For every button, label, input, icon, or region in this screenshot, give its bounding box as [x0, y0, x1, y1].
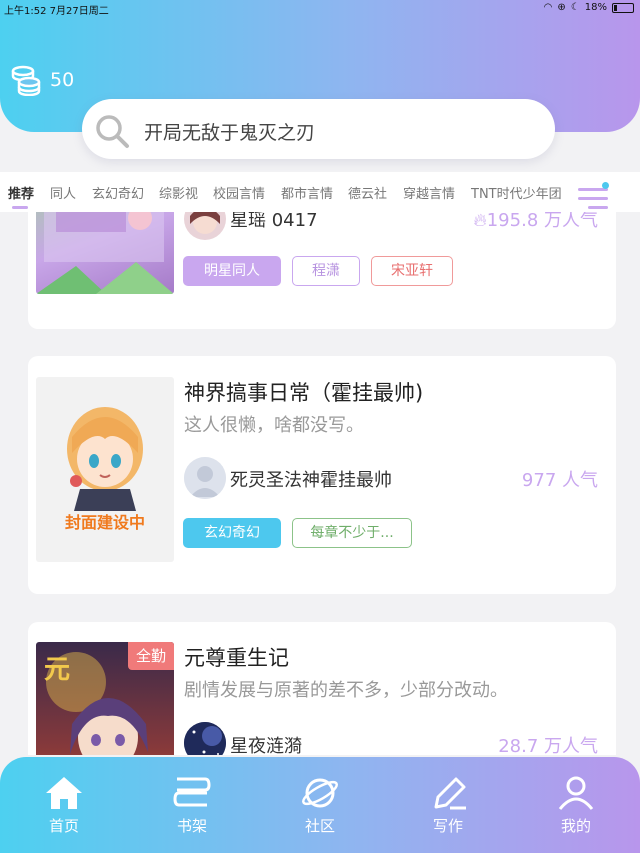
tab-fanfic[interactable]: 同人	[50, 183, 76, 202]
book-title[interactable]: 神界搞事日常（霍挂最帅)	[184, 377, 423, 407]
popularity: 28.7 万人气	[498, 736, 598, 755]
popularity-value: 195.8 万人气	[486, 212, 598, 231]
nav-community[interactable]: 社区	[280, 775, 360, 836]
popularity: 🔥︎195.8 万人气	[474, 212, 598, 232]
book-card[interactable]: 元 全勤 元尊重生记 剧情发展与原著的差不多，少部分改动。 星夜涟漪 28.7 …	[28, 622, 616, 755]
battery-percent: 18%	[584, 2, 607, 13]
tab-time-travel-romance[interactable]: 穿越言情	[403, 183, 455, 202]
author-name[interactable]: 星瑶 0417	[230, 212, 318, 232]
search-input-text[interactable]: 开局无敌于鬼灭之刃	[144, 118, 315, 145]
wifi-icon: ◠	[543, 2, 553, 13]
book-cover[interactable]: 元 全勤	[36, 642, 174, 755]
pencil-icon	[434, 777, 466, 810]
cover-placeholder-text: 封面建设中	[64, 513, 145, 532]
category-tabs: 推荐 同人 玄幻奇幻 综影视 校园言情 都市言情 德云社 穿越言情 TNT时代少…	[0, 172, 640, 212]
tab-fantasy[interactable]: 玄幻奇幻	[92, 183, 144, 202]
nav-profile-label: 我的	[560, 817, 591, 835]
tab-tnt[interactable]: TNT时代少年团	[471, 183, 562, 202]
book-list[interactable]: 星瑶 0417 🔥︎195.8 万人气 明星同人 程潇 宋亚轩 封面建设中 神界…	[0, 212, 640, 755]
author-avatar[interactable]	[184, 722, 226, 755]
book-card[interactable]: 星瑶 0417 🔥︎195.8 万人气 明星同人 程潇 宋亚轩	[28, 212, 616, 329]
nav-write-label: 写作	[432, 817, 463, 835]
author-avatar[interactable]	[184, 457, 226, 499]
tag-genre[interactable]: 玄幻奇幻	[183, 518, 281, 548]
tag-keyword[interactable]: 宋亚轩	[371, 256, 453, 286]
nav-community-label: 社区	[304, 817, 335, 835]
nav-profile[interactable]: 我的	[536, 775, 616, 836]
tab-recommend[interactable]: 推荐	[8, 183, 34, 202]
full-attendance-badge: 全勤	[128, 642, 174, 670]
nav-write[interactable]: 写作	[408, 775, 488, 836]
moon-icon: ☾	[570, 2, 580, 13]
author-avatar[interactable]	[184, 212, 226, 240]
bookshelf-icon	[173, 777, 211, 807]
placeholder-girl-icon	[67, 407, 143, 511]
cover-art-icon	[36, 212, 174, 294]
user-icon	[558, 776, 594, 810]
active-tab-indicator	[12, 206, 28, 209]
default-user-icon	[184, 457, 226, 499]
avatar-image-icon	[190, 212, 220, 234]
book-intro: 这人很懒，啥都没写。	[184, 415, 364, 436]
notification-dot	[602, 182, 609, 189]
tab-campus-romance[interactable]: 校园言情	[213, 183, 265, 202]
lock-rotation-icon: ⊕	[557, 2, 566, 13]
popularity: 977 人气	[521, 470, 598, 491]
planet-icon	[302, 778, 338, 808]
status-bar: 上午1:52 7月27日周二 ◠ ⊕ ☾ 18%	[0, 0, 640, 18]
book-card[interactable]: 封面建设中 神界搞事日常（霍挂最帅) 这人很懒，啥都没写。 死灵圣法神霍挂最帅 …	[28, 356, 616, 594]
search-bar[interactable]: 开局无敌于鬼灭之刃	[82, 99, 555, 159]
tab-film-tv[interactable]: 综影视	[159, 183, 198, 202]
battery-icon	[612, 2, 634, 13]
author-name[interactable]: 死灵圣法神霍挂最帅	[230, 466, 392, 492]
status-time-date: 上午1:52 7月27日周二	[4, 6, 109, 17]
author-name[interactable]: 星夜涟漪	[230, 732, 302, 755]
svg-text:元: 元	[44, 655, 70, 685]
bottom-nav: 首页 书架 社区 写作 我的	[0, 757, 640, 853]
coin-count: 50	[50, 69, 75, 91]
nav-bookshelf-label: 书架	[176, 817, 207, 835]
tag-keyword[interactable]: 每章不少于...	[292, 518, 412, 548]
search-icon	[96, 115, 129, 148]
starry-avatar-icon	[184, 722, 226, 755]
fire-icon: 🔥︎	[473, 212, 487, 231]
tab-deyun[interactable]: 德云社	[348, 183, 387, 202]
home-icon	[46, 777, 82, 809]
tab-urban-romance[interactable]: 都市言情	[281, 183, 333, 202]
tag-keyword[interactable]: 程潇	[292, 256, 360, 286]
book-title[interactable]: 元尊重生记	[184, 642, 289, 672]
nav-bookshelf[interactable]: 书架	[152, 775, 232, 836]
nav-home-label: 首页	[48, 817, 79, 835]
book-cover[interactable]	[36, 212, 174, 294]
book-cover[interactable]: 封面建设中	[36, 377, 174, 562]
nav-home[interactable]: 首页	[24, 775, 104, 836]
tag-genre[interactable]: 明星同人	[183, 256, 281, 286]
coins-icon[interactable]	[10, 64, 42, 96]
book-intro: 剧情发展与原著的差不多，少部分改动。	[184, 680, 508, 701]
status-icons: ◠ ⊕ ☾ 18%	[544, 2, 634, 13]
